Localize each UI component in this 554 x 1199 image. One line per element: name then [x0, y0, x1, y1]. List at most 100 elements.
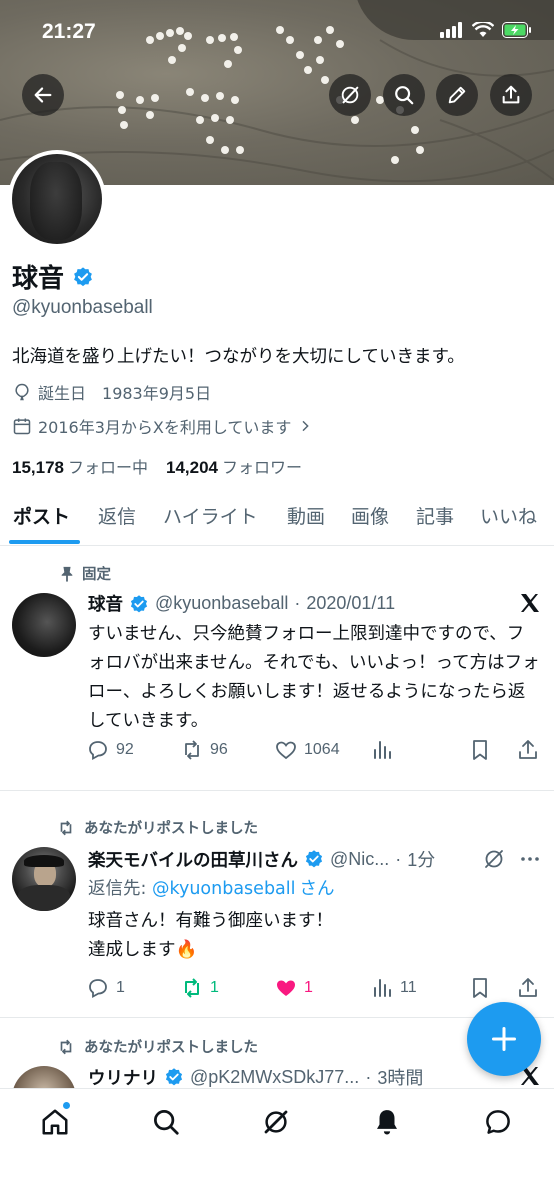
like-button[interactable]: 1	[274, 976, 313, 1000]
tab-posts[interactable]: ポスト	[13, 502, 70, 529]
following-stat[interactable]: 15,178 フォロー中	[12, 454, 148, 478]
nav-explore[interactable]	[149, 1105, 183, 1139]
verified-badge-icon	[165, 1068, 183, 1086]
repost-context: あなたがリポストしました	[56, 1036, 258, 1057]
post-pinned[interactable]: 固定 球音 @kyuonbaseball · 2020/01/11 すいません、…	[0, 547, 554, 790]
tab-likes[interactable]: いいね	[480, 502, 537, 529]
share-button[interactable]	[490, 74, 532, 116]
post-date: 3時間	[377, 1068, 424, 1088]
post-header: 楽天モバイルの田草川さん @Nic... · 1分	[88, 846, 435, 872]
reply-button[interactable]: 1	[86, 976, 125, 1000]
post-avatar[interactable]	[12, 847, 76, 911]
repost-context-label: あなたがリポストしました	[84, 821, 258, 837]
followers-label: フォロワー	[222, 458, 303, 477]
author-name[interactable]: ウリナリ	[88, 1065, 158, 1089]
post-avatar[interactable]	[12, 1066, 76, 1088]
share-icon	[519, 978, 537, 997]
repost-button[interactable]: 1	[180, 976, 219, 1000]
grok-icon[interactable]	[482, 847, 506, 871]
post-repost[interactable]: あなたがリポストしました 楽天モバイルの田草川さん @Nic... · 1分 返…	[0, 791, 554, 1017]
grok-icon	[264, 1110, 288, 1134]
reply-icon	[89, 979, 107, 999]
joined-line[interactable]: 2016年3月からXを利用しています	[12, 414, 313, 438]
pinned-label: 固定	[82, 567, 111, 583]
tab-photos[interactable]: 画像	[351, 502, 389, 529]
post-content: 返信先: @kyuonbaseball さん 球音さん！有難う御座います！ 達成し…	[88, 875, 540, 965]
home-icon	[42, 1109, 68, 1135]
nav-notifications[interactable]	[370, 1105, 404, 1139]
home-unread-dot	[62, 1101, 71, 1110]
follow-stats: 15,178 フォロー中 14,204 フォロワー	[12, 454, 302, 478]
calendar-icon	[13, 418, 31, 435]
profile-tabs: ポスト 返信 ハイライト 動画 画像 記事 いいね	[0, 492, 554, 546]
post-actions: 1 1 1 11	[86, 976, 542, 1004]
search-icon	[395, 86, 414, 105]
nav-messages[interactable]	[481, 1105, 515, 1139]
bell-icon	[377, 1110, 397, 1135]
edit-button[interactable]	[436, 74, 478, 116]
reply-target-link[interactable]: @kyuonbaseball	[152, 879, 296, 899]
x-logo-icon	[521, 594, 539, 612]
search-icon	[154, 1110, 179, 1135]
post-share-button[interactable]	[516, 738, 540, 762]
status-icons	[440, 22, 532, 38]
meta-separator: ·	[294, 593, 301, 613]
status-time: 21:27	[42, 20, 96, 43]
followers-stat[interactable]: 14,204 フォロワー	[166, 454, 302, 478]
tab-highlights[interactable]: ハイライト	[163, 502, 258, 529]
repost-button[interactable]: 96	[180, 738, 228, 762]
repost-active-icon	[185, 978, 199, 998]
profile-avatar[interactable]	[8, 150, 106, 248]
reply-count: 1	[116, 979, 125, 996]
back-button[interactable]	[22, 74, 64, 116]
pinned-context: 固定	[60, 563, 111, 584]
post-header: 球音 @kyuonbaseball · 2020/01/11	[88, 591, 395, 616]
repost-icon	[185, 740, 199, 760]
meta-separator: ·	[365, 1066, 372, 1087]
repost-count: 1	[210, 979, 219, 996]
views-button[interactable]: 11	[370, 976, 417, 1000]
nav-home[interactable]	[38, 1105, 72, 1139]
following-count: 15,178	[12, 458, 64, 477]
birthday-label: 誕生日	[38, 384, 87, 403]
author-name[interactable]: 球音	[88, 591, 123, 616]
profile-bio: 北海道を盛り上げたい！つながりを大切にしていきます。	[12, 347, 465, 367]
cellular-signal-icon	[440, 22, 462, 38]
reply-button[interactable]: 92	[86, 738, 134, 762]
views-count: 11	[400, 979, 417, 996]
following-label: フォロー中	[68, 458, 149, 477]
tab-videos[interactable]: 動画	[287, 502, 325, 529]
profile-display-name: 球音	[12, 264, 65, 294]
reply-count: 92	[116, 741, 134, 758]
search-button[interactable]	[383, 74, 425, 116]
joined-text: 2016年3月からXを利用しています	[38, 418, 292, 437]
reply-to-line: 返信先: @kyuonbaseball さん	[88, 875, 540, 904]
post-date: 1分	[407, 850, 436, 870]
repost-count: 96	[210, 741, 228, 758]
profile-handle: @kyuonbaseball	[12, 297, 153, 318]
author-handle: @Nic...	[330, 848, 390, 869]
compose-post-button[interactable]	[467, 1002, 541, 1076]
post-share-button[interactable]	[516, 976, 540, 1000]
verified-badge-icon[interactable]	[72, 266, 94, 288]
bookmark-button[interactable]	[468, 976, 492, 1000]
birthday-value: 1983年9月5日	[102, 384, 212, 403]
post-avatar[interactable]	[12, 593, 76, 657]
nav-grok[interactable]	[259, 1105, 293, 1139]
avatar-image	[12, 154, 102, 244]
grok-button[interactable]	[329, 74, 371, 116]
views-button[interactable]	[370, 738, 394, 762]
status-bar: 21:27	[0, 0, 554, 66]
tab-replies[interactable]: 返信	[98, 502, 136, 529]
bookmark-button[interactable]	[468, 738, 492, 762]
like-button[interactable]: 1064	[274, 738, 340, 762]
more-options-icon[interactable]	[518, 847, 542, 871]
bottom-navigation	[0, 1088, 554, 1199]
post-text-line-2: 達成します🔥	[88, 940, 198, 960]
grok-icon	[341, 86, 359, 104]
repost-icon	[60, 1039, 72, 1054]
tab-articles[interactable]: 記事	[416, 502, 454, 529]
author-name[interactable]: 楽天モバイルの田草川さん	[88, 847, 298, 872]
like-count: 1	[304, 979, 313, 996]
analytics-icon	[374, 979, 391, 997]
